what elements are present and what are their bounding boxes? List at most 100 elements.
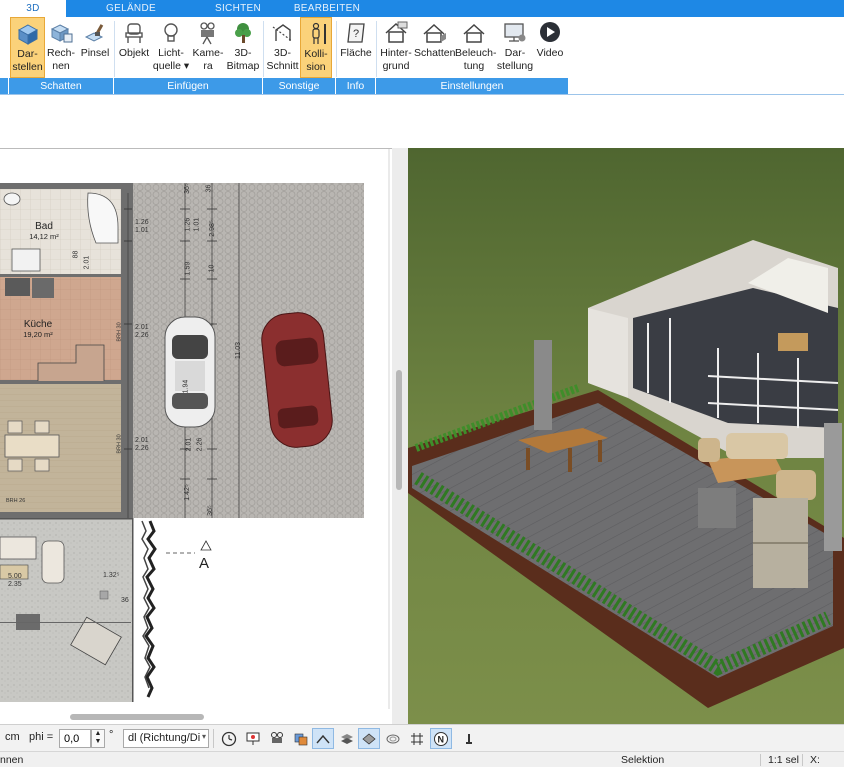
tab-3d[interactable]: 3D [0,0,66,17]
ribbon-group-einstellungen: Einstellungen [376,78,568,94]
beleuchtung-label-1: Beleuch- [455,47,497,59]
grid-icon[interactable] [406,728,428,749]
presentation-icon[interactable] [242,728,264,749]
camera-icon [200,22,215,45]
ribbon-separator [336,21,337,77]
schatten-button[interactable]: Schatten [414,17,456,78]
spin-down-icon[interactable]: ▼ [92,738,104,746]
pinsel-button[interactable]: Pinsel [78,17,112,78]
flaeche-button[interactable]: ? Fläche [339,17,373,78]
pinsel-label-1: Pinsel [80,47,110,59]
schatten-label-1: Schatten [414,47,456,59]
dimension-label: 1.32⁵ [103,572,120,579]
room-name-kueche: Küche [23,319,53,330]
bitmap3d-label-2: Bitmap [226,60,260,72]
dimension-label: 1.59 [184,261,192,276]
tab-bearbeiten[interactable]: BEARBEITEN [292,0,362,17]
room-area-kueche: 19,20 m² [23,330,53,339]
room-name-bad: Bad [35,221,53,232]
window-sill-label: BRH 30 [116,322,123,342]
svg-text:N: N [438,734,445,744]
window-sill-label: BRH 30 [116,434,123,454]
surface-icon[interactable] [358,728,380,749]
dimension-label: 2.01 [135,324,149,331]
ribbon-group-einfuegen: Einfügen [114,78,262,94]
dimension-label: 88 [72,250,80,259]
hintergrund-label-1: Hinter- [380,47,412,59]
vertical-scrollbar-thumb[interactable] [396,370,402,490]
schnitt3d-label-1: 3D- [274,47,291,59]
dimension-label: 2.98⁵ [208,220,216,237]
chevron-down-icon: ▾ [201,732,206,741]
ribbon: Dar- stellen Rech- nen Pinsel Objekt Lic… [0,17,844,95]
ribbon-separator [114,21,115,77]
bitmap3d-button[interactable]: 3D- Bitmap [226,17,260,78]
darstellung-button[interactable]: Dar- stellung [495,17,535,78]
layers-color-icon[interactable] [290,728,312,749]
roof-view-icon[interactable] [312,728,334,749]
darstellen-label-1: Dar- [17,48,38,60]
texture-icon[interactable] [336,728,358,749]
status-x-coordinate: X: [810,754,820,766]
bitmap3d-label-1: 3D- [234,47,252,59]
dimension-label: 2.01 [185,437,193,452]
person-icon [312,22,326,44]
ribbon-tab-bar: 3D GELÄNDE SICHTEN BEARBEITEN [0,0,844,17]
video-button[interactable]: Video [535,17,565,78]
tree-icon [235,23,251,43]
house-bg-icon [385,21,408,43]
room-area-bad: 14,12 m² [29,232,59,241]
darstellen-button[interactable]: Dar- stellen [10,17,45,78]
window-sill-label: BRH 26 [6,498,26,504]
objekt-button[interactable]: Objekt [117,17,151,78]
section-marker-label: A [199,555,210,572]
lichtquelle-label-1: Licht- [158,47,184,59]
hintergrund-button[interactable]: Hinter- grund [378,17,414,78]
direction-select-value: dl (Richtung/Di [128,732,201,744]
tab-gelaende[interactable]: GELÄNDE [96,0,166,17]
play-icon [540,22,560,42]
area-question-icon: ? [347,23,365,43]
rechnen-label-2: nen [52,60,70,72]
dimension-label: 36⁵ [183,183,191,194]
input-toolbar: cm phi = ▲ ▼ ° dl (Richtung/Di ▾ N [0,724,844,751]
view-splitter[interactable] [392,148,408,724]
kamera-label-2: ra [203,60,213,72]
house-shadow-icon [423,23,446,43]
ribbon-group-cut [0,78,8,94]
rechnen-button[interactable]: Rech- nen [45,17,77,78]
spin-up-icon[interactable]: ▲ [92,730,104,738]
chair-icon [125,23,143,43]
kollision-button[interactable]: Kolli- sion [300,17,332,78]
dimension-label: 1.01 [135,227,149,234]
direction-select[interactable]: dl (Richtung/Di ▾ [123,729,209,748]
kamera-button[interactable]: Kame- ra [191,17,225,78]
toolbar-more-icon[interactable] [458,728,480,749]
phi-spinner[interactable]: ▲ ▼ [91,729,105,748]
room-label-bad: Bad 14,12 m² [20,221,68,241]
camera-path-icon[interactable] [266,728,288,749]
status-bar: nnen Selektion 1:1 sel X: [0,751,844,767]
lichtquelle-button[interactable]: Licht- quelle ▾ [152,17,190,78]
dimension-label: 36 [121,597,129,604]
dimension-label: 1.26 [184,217,192,232]
wireframe-icon[interactable] [382,728,404,749]
beleuchtung-button[interactable]: Beleuch- tung [455,17,497,78]
ribbon-group-info: Info [336,78,375,94]
dimension-label: 2.35 [8,581,22,588]
clock-icon[interactable] [218,728,240,749]
north-icon[interactable]: N [430,728,452,749]
3d-view[interactable] [408,148,844,724]
ribbon-separator [376,21,377,77]
floor-plan-view[interactable]: Bad 14,12 m² Küche 19,20 m² 1.26 1.01 1.… [0,148,392,724]
dimension-label: 2.01 [83,255,91,270]
schnitt3d-button[interactable]: 3D- Schnitt [266,17,299,78]
schnitt3d-label-2: Schnitt [266,60,299,72]
cube-render-icon [17,24,38,45]
dimension-label: 2.26 [196,437,204,452]
kollision-label-2: sion [306,61,326,73]
objekt-label-1: Objekt [118,47,150,59]
phi-input[interactable] [59,729,91,748]
dimension-label: 5.00 [8,573,22,580]
tab-sichten[interactable]: SICHTEN [206,0,270,17]
